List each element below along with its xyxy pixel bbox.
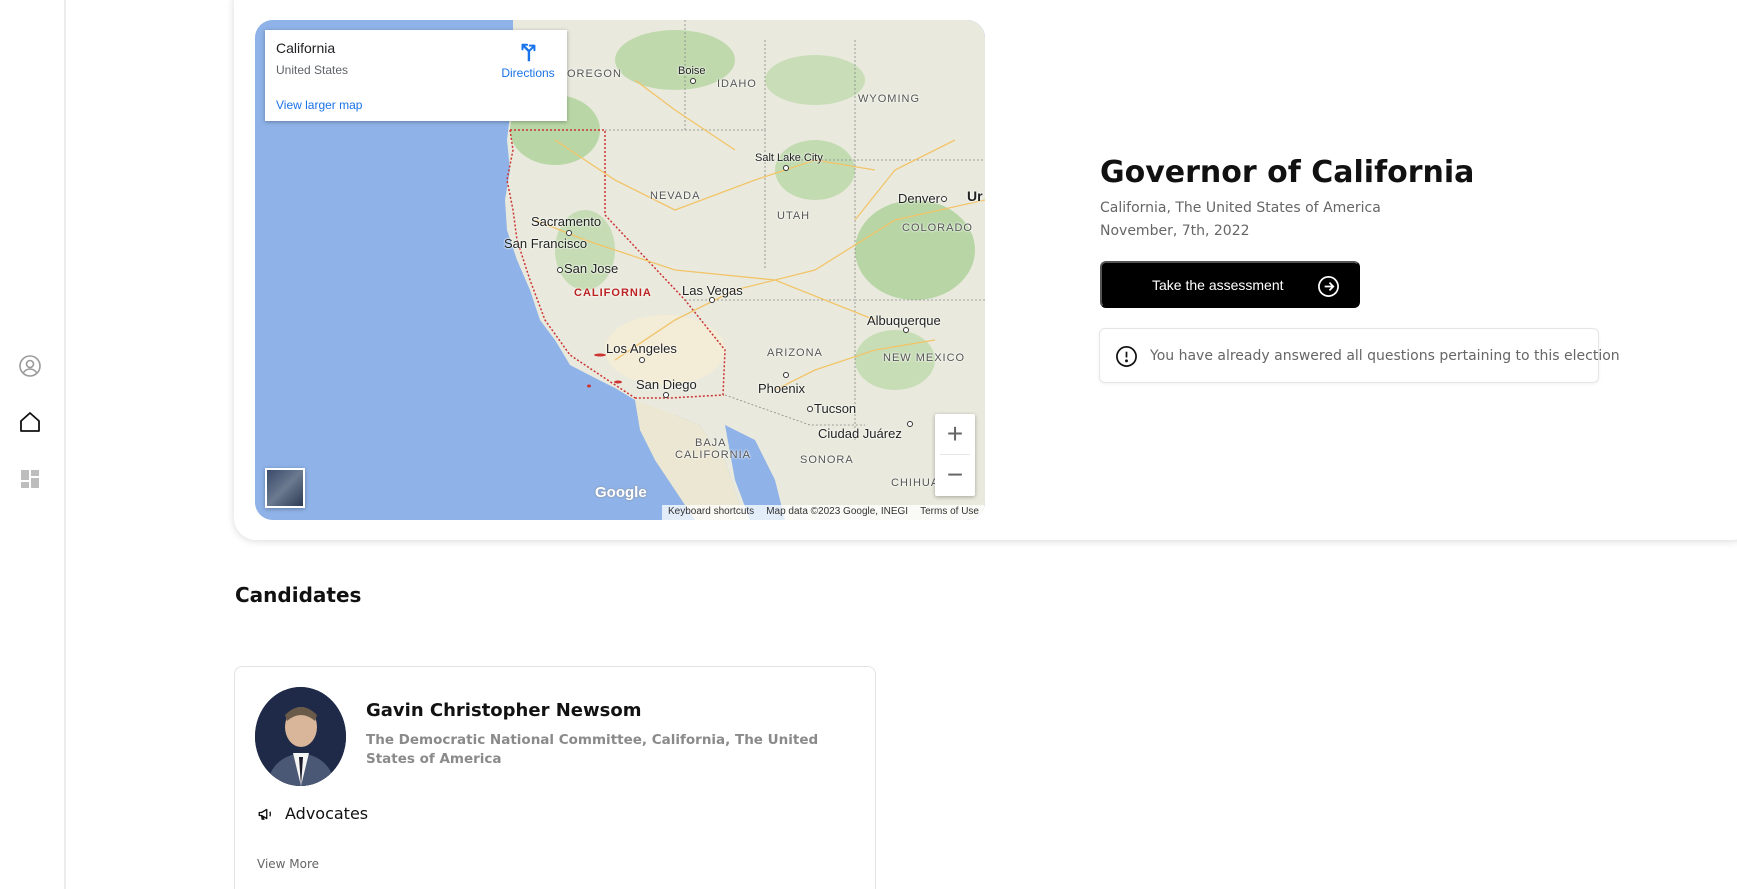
map-label-wyoming: WYOMING <box>858 93 920 105</box>
map-attribution: Keyboard shortcuts Map data ©2023 Google… <box>662 505 985 520</box>
keyboard-shortcuts-link[interactable]: Keyboard shortcuts <box>662 505 760 520</box>
map-label-arizona: ARIZONA <box>767 347 823 359</box>
candidate-affiliation: The Democratic National Committee, Calif… <box>366 732 819 767</box>
map-dot-denver <box>941 196 947 202</box>
map-label-new-mexico: NEW MEXICO <box>883 352 966 364</box>
map-dot-tucson <box>807 406 813 412</box>
map-label-nevada: NEVADA <box>650 190 701 202</box>
map-label-san-jose: San Jose <box>564 261 619 276</box>
directions-icon <box>521 43 536 62</box>
election-date: November, 7th, 2022 <box>1100 223 1250 239</box>
map-label-idaho: IDAHO <box>717 78 757 90</box>
map-label-sacramento: Sacramento <box>531 214 602 229</box>
map-label-colorado: COLORADO <box>902 222 973 234</box>
map-dot-albuquerque <box>903 327 909 333</box>
map-label-ciudad-juarez: Ciudad Juárez <box>818 426 902 441</box>
map-label-denver: Denver <box>898 191 940 206</box>
map-label-phoenix: Phoenix <box>758 381 805 396</box>
dashboard-icon[interactable] <box>18 467 42 491</box>
election-title: Governor of California <box>1100 155 1475 190</box>
map-dot-san-jose <box>557 267 563 273</box>
sidebar <box>0 0 66 889</box>
user-circle-icon[interactable] <box>18 354 42 378</box>
map[interactable]: OREGON Boise IDAHO WYOMING Salt Lake Cit… <box>255 20 985 520</box>
map-dot-boise <box>690 78 696 84</box>
directions-button[interactable]: Directions <box>493 42 563 80</box>
map-dot-los-angeles <box>639 357 645 363</box>
map-label-oregon: OREGON <box>567 68 622 80</box>
map-label-california: CALIFORNIA <box>574 287 652 299</box>
map-label-boise: Boise <box>678 65 706 77</box>
map-data-credit: Map data ©2023 Google, INEGI <box>766 506 909 517</box>
google-logo: Google <box>595 484 647 501</box>
zoom-out-button[interactable]: − <box>935 455 975 495</box>
map-info-box: California United States View larger map… <box>265 30 567 121</box>
map-dot-salt-lake-city <box>783 165 789 171</box>
map-label-sonora: SONORA <box>800 454 854 466</box>
view-more-link[interactable]: View More <box>257 857 319 871</box>
map-dot-ciudad-juarez <box>907 421 913 427</box>
home-icon[interactable] <box>18 410 42 434</box>
map-label-baja: BAJA <box>695 437 727 449</box>
map-label-un: Ur <box>967 188 983 204</box>
answered-notice-text: You have already answered all questions … <box>1150 348 1620 364</box>
map-label-utah: UTAH <box>777 210 811 222</box>
map-label-chihua: CHIHUA <box>891 477 940 489</box>
election-location: California, The United States of America <box>1100 200 1381 216</box>
terms-of-use-link[interactable]: Terms of Use <box>914 505 985 520</box>
map-dot-san-diego <box>663 392 669 398</box>
map-label-tucson: Tucson <box>814 401 857 416</box>
candidates-heading: Candidates <box>235 583 362 607</box>
advocates-label: Advocates <box>285 804 369 823</box>
view-larger-map-link[interactable]: View larger map <box>276 98 362 112</box>
map-label-los-angeles: Los Angeles <box>606 341 677 356</box>
map-dot-phoenix <box>783 372 789 378</box>
advocates-section[interactable]: Advocates <box>257 804 368 823</box>
map-label-albuquerque: Albuquerque <box>867 313 941 328</box>
directions-label: Directions <box>501 66 555 80</box>
zoom-control: + − <box>935 414 975 496</box>
take-assessment-label: Take the assessment <box>1152 277 1284 293</box>
alert-circle-icon <box>1116 346 1137 367</box>
megaphone-icon <box>258 808 271 820</box>
map-place-title: California <box>276 40 336 56</box>
satellite-toggle[interactable] <box>265 468 305 508</box>
arrow-right-circle-icon <box>1318 276 1339 297</box>
answered-notice: You have already answered all questions … <box>1099 328 1620 383</box>
map-label-baja-california: CALIFORNIA <box>675 449 752 461</box>
map-label-las-vegas: Las Vegas <box>682 283 743 298</box>
map-label-salt-lake-city: Salt Lake City <box>755 152 823 164</box>
map-label-san-diego: San Diego <box>636 377 697 392</box>
candidate-avatar <box>255 687 346 786</box>
map-label-san-francisco: San Francisco <box>504 236 588 251</box>
candidate-card[interactable]: Gavin Christopher Newsom The Democratic … <box>234 666 876 889</box>
map-place-subtitle: United States <box>276 63 349 77</box>
map-dot-las-vegas <box>709 297 715 303</box>
take-assessment-button[interactable]: Take the assessment <box>1100 261 1360 308</box>
zoom-in-button[interactable]: + <box>935 414 975 454</box>
candidate-name[interactable]: Gavin Christopher Newsom <box>366 700 641 721</box>
